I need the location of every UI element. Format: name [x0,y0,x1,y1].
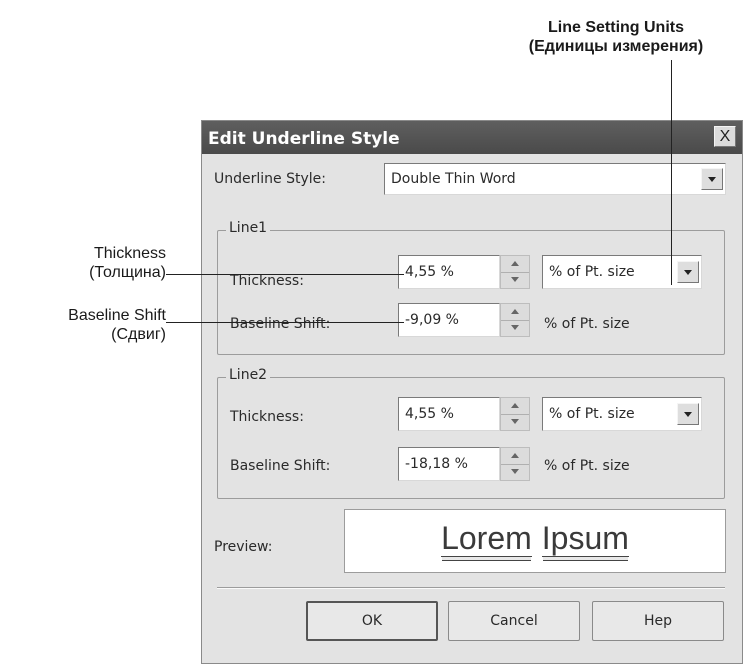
line1-shift-units: % of Pt. size [544,316,630,332]
line2-thickness-stepper[interactable] [500,397,530,431]
line1-units-dropdown[interactable]: % of Pt. size [542,255,702,289]
line2-shift-units: % of Pt. size [544,458,630,474]
preview-text: Lorem Ipsum [345,520,725,557]
units-leader-line [671,60,672,285]
line1-units-value: % of Pt. size [549,264,635,280]
line1-shift-input[interactable]: -9,09 % [398,303,500,337]
callout-shift-title: Baseline Shift [68,307,166,324]
spin-down-icon[interactable] [501,320,529,336]
line1-thickness-label: Thickness: [230,273,304,289]
callout-thickness: Thickness (Толщина) [0,244,166,282]
spin-down-icon[interactable] [501,464,529,480]
line2-thickness-input[interactable]: 4,55 % [398,397,500,431]
line1-shift-label: Baseline Shift: [230,316,331,332]
close-button[interactable]: X [714,126,736,147]
line2-shift-label: Baseline Shift: [230,458,331,474]
line2-shift-stepper[interactable] [500,447,530,481]
line2-thickness-label: Thickness: [230,409,304,425]
line1-shift-value: -9,09 % [405,312,459,328]
ok-button[interactable]: OK [306,601,438,641]
preview-box: Lorem Ipsum [344,509,726,573]
spin-up-icon[interactable] [501,448,529,465]
spin-down-icon[interactable] [501,272,529,288]
spin-up-icon[interactable] [501,304,529,321]
line2-units-dropdown[interactable]: % of Pt. size [542,397,702,431]
line1-shift-stepper[interactable] [500,303,530,337]
line1-thickness-value: 4,55 % [405,264,454,280]
close-icon: X [719,128,731,145]
line2-shift-value: -18,18 % [405,456,468,472]
chevron-down-icon[interactable] [677,261,699,283]
spin-down-icon[interactable] [501,414,529,430]
callout-units-subtitle: (Единицы измерения) [528,38,704,55]
line2-units-value: % of Pt. size [549,406,635,422]
line1-thickness-stepper[interactable] [500,255,530,289]
dialog-title: Edit Underline Style [208,129,400,149]
line1-legend: Line1 [226,220,271,236]
preview-label: Preview: [214,539,273,555]
callout-line-setting-units: Line Setting Units (Единицы измерения) [486,18,746,56]
callout-units-title: Line Setting Units [548,19,684,36]
chevron-down-icon[interactable] [701,168,723,190]
edit-underline-style-dialog: Edit Underline Style X Underline Style: … [201,120,743,664]
shift-leader-line [166,322,404,323]
underline-style-label: Underline Style: [214,171,326,187]
line2-legend: Line2 [226,367,271,383]
callout-baseline-shift: Baseline Shift (Сдвиг) [0,306,166,344]
line2-shift-input[interactable]: -18,18 % [398,447,500,481]
preview-word-2: Ipsum [541,520,629,557]
callout-shift-subtitle: (Сдвиг) [111,326,166,343]
line1-thickness-input[interactable]: 4,55 % [398,255,500,289]
thickness-leader-line [166,274,404,275]
underline-style-dropdown[interactable]: Double Thin Word [384,163,726,195]
chevron-down-icon[interactable] [677,403,699,425]
line2-thickness-value: 4,55 % [405,406,454,422]
cancel-button[interactable]: Cancel [448,601,580,641]
dialog-titlebar: Edit Underline Style X [202,121,742,154]
button-separator [217,587,725,589]
preview-word-1: Lorem [441,520,532,557]
help-button[interactable]: Hep [592,601,724,641]
spin-up-icon[interactable] [501,256,529,273]
callout-thickness-subtitle: (Толщина) [89,264,166,281]
spin-up-icon[interactable] [501,398,529,415]
callout-thickness-title: Thickness [93,245,166,262]
underline-style-value: Double Thin Word [391,171,516,187]
